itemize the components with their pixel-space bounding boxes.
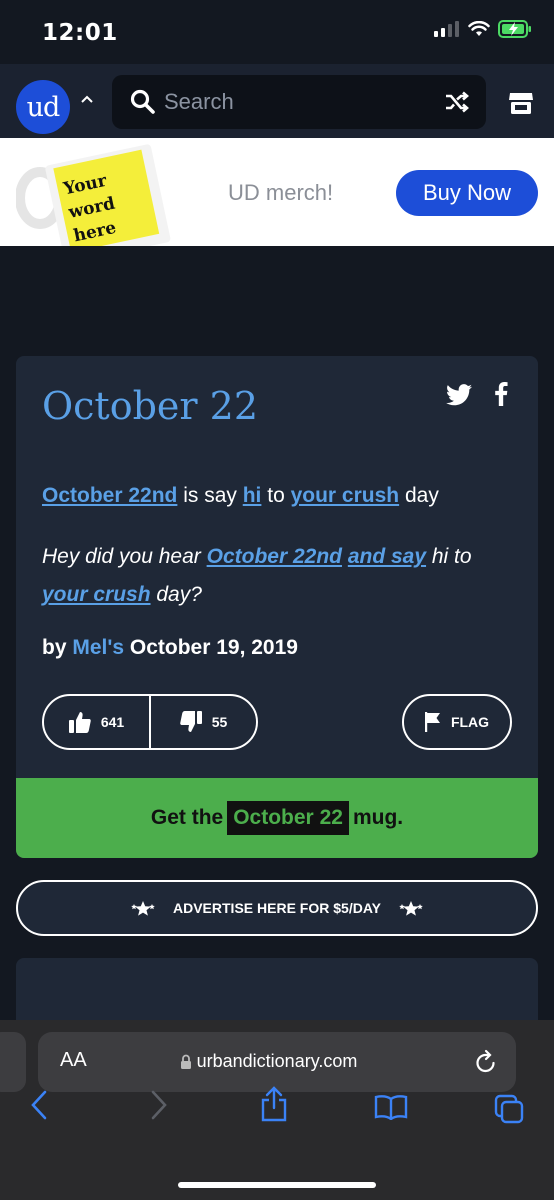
twitter-icon[interactable]: [446, 384, 472, 406]
bookmarks-icon[interactable]: [374, 1094, 408, 1120]
flag-icon: [424, 712, 440, 732]
mug-image: Your word here: [16, 144, 171, 246]
definition-meaning: October 22nd is say hi to your crush day: [42, 481, 522, 511]
vote-buttons: 641 55: [42, 694, 258, 750]
battery-charging-icon: [498, 20, 531, 38]
example-link-your-crush[interactable]: your crush: [42, 583, 151, 606]
flag-button[interactable]: FLAG: [402, 694, 512, 750]
status-bar: 12:01: [0, 0, 554, 64]
buy-now-button[interactable]: Buy Now: [396, 170, 538, 216]
meaning-link-october-22nd[interactable]: October 22nd: [42, 484, 177, 507]
flag-label: FLAG: [450, 714, 490, 730]
stars-icon: [131, 901, 155, 916]
example-link-and-say[interactable]: and say: [348, 545, 426, 568]
downvote-button[interactable]: 55: [151, 696, 256, 748]
mug-cta-bar[interactable]: Get the October 22 mug.: [16, 778, 538, 858]
byline-prefix: by: [42, 636, 73, 659]
example-link-october-22nd[interactable]: October 22nd: [207, 545, 342, 568]
mug-cta-word: October 22: [227, 801, 349, 835]
wifi-icon: [468, 21, 490, 36]
facebook-icon[interactable]: [494, 382, 508, 406]
meaning-text: to: [261, 484, 291, 507]
address-bar[interactable]: AA urbandictionary.com: [38, 1032, 516, 1092]
meaning-link-your-crush[interactable]: your crush: [291, 484, 400, 507]
meaning-text: is say: [177, 484, 243, 507]
previous-tab[interactable]: [0, 1032, 26, 1092]
status-icons: [434, 20, 532, 38]
meaning-link-hi[interactable]: hi: [243, 484, 262, 507]
upvote-count: 641: [100, 714, 125, 730]
search-input[interactable]: [164, 83, 424, 121]
url-text: urbandictionary.com: [196, 1051, 358, 1071]
thumbs-up-icon: [68, 712, 91, 733]
home-indicator: [178, 1182, 376, 1188]
share-icon[interactable]: [260, 1086, 288, 1122]
advertise-label: ADVERTISE HERE FOR $5/DAY: [173, 900, 381, 916]
example-text: hi to: [426, 545, 472, 568]
status-time: 12:01: [42, 20, 118, 46]
site-header: ud: [0, 64, 554, 138]
stars-icon: [399, 901, 423, 916]
tabs-icon[interactable]: [494, 1094, 524, 1124]
word-title[interactable]: October 22: [42, 384, 258, 428]
meaning-text: day: [399, 484, 439, 507]
shuffle-icon[interactable]: [444, 89, 470, 115]
reload-icon[interactable]: [474, 1048, 498, 1074]
back-icon[interactable]: [30, 1090, 48, 1120]
advertise-button[interactable]: ADVERTISE HERE FOR $5/DAY: [16, 880, 538, 936]
byline-date: October 19, 2019: [124, 636, 298, 659]
mug-cta-prefix: Get the: [150, 806, 224, 829]
example-text: day?: [150, 583, 202, 606]
search-box: [112, 75, 486, 129]
thumbs-down-icon: [179, 711, 202, 732]
search-icon: [130, 89, 155, 114]
author-link[interactable]: Mel's: [72, 636, 124, 659]
cellular-signal-icon: [434, 21, 459, 37]
mug-cta-suffix: mug.: [352, 806, 404, 829]
upvote-button[interactable]: 641: [44, 696, 149, 748]
ud-logo[interactable]: ud: [16, 80, 70, 134]
forward-icon[interactable]: [150, 1090, 168, 1120]
merch-banner[interactable]: Your word here UD merch! Buy Now: [0, 138, 554, 246]
downvote-count: 55: [211, 714, 228, 730]
merch-text: UD merch!: [228, 180, 334, 205]
store-icon[interactable]: [508, 91, 534, 115]
definition-example: Hey did you hear October 22nd and say hi…: [42, 538, 522, 614]
chevron-up-icon[interactable]: [80, 94, 94, 104]
example-text: Hey did you hear: [42, 545, 207, 568]
byline: by Mel's October 19, 2019: [42, 636, 298, 660]
definition-card: October 22 October 22nd is say hi to you…: [16, 356, 538, 858]
